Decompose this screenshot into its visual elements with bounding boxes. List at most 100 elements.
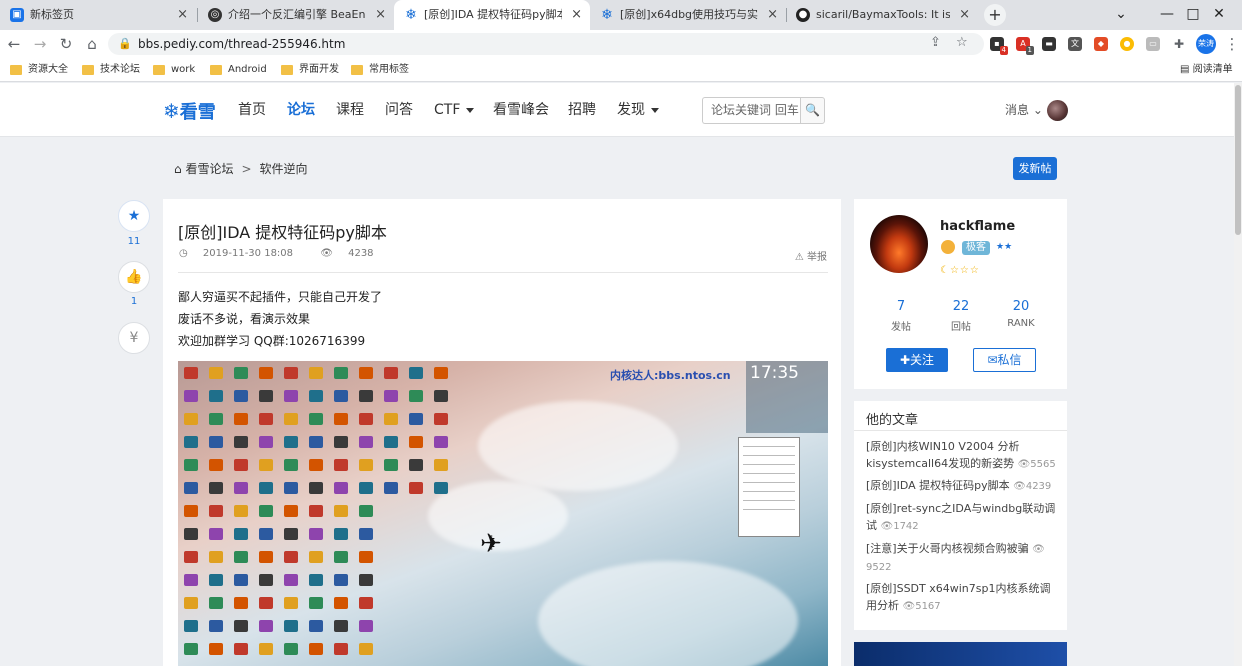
tab-beaengine[interactable]: ◎ 介绍一个反汇编引擎 BeaEngine ×	[198, 0, 394, 30]
reading-list[interactable]: ▤ 阅读清单	[1180, 58, 1233, 82]
breadcrumb-home[interactable]: 看雪论坛	[185, 162, 233, 176]
forward-icon[interactable]: →	[30, 34, 50, 54]
desktop-icon	[284, 482, 298, 494]
new-post-button[interactable]: 发新帖	[1013, 157, 1057, 180]
tab-x64dbg[interactable]: ❄ [原创]x64dbg使用技巧与实用插 ×	[590, 0, 786, 30]
messages-menu[interactable]: 消息 ⌄	[1005, 83, 1043, 137]
screen-icon[interactable]: ▭	[1146, 37, 1160, 51]
chevron-down-icon[interactable]: ⌄	[1098, 0, 1144, 30]
report-link[interactable]: ⚠ 举报	[795, 248, 827, 263]
breadcrumb-current[interactable]: 软件逆向	[260, 162, 308, 176]
desktop-icon	[334, 551, 348, 563]
favorite-button[interactable]: ★	[118, 200, 150, 232]
follow-button[interactable]: ✚关注	[886, 348, 948, 372]
tab-new-tab[interactable]: ▣ 新标签页 ×	[0, 0, 196, 30]
desktop-icon	[334, 643, 348, 655]
article-link[interactable]: [原创]内核WIN10 V2004 分析kisystemcall64发现的新姿势…	[866, 438, 1058, 473]
desktop-icon	[409, 459, 423, 471]
chrome-icon[interactable]: ●	[1120, 37, 1134, 51]
page-scrollbar[interactable]	[1234, 83, 1242, 666]
nav-home[interactable]: 首页	[238, 83, 266, 137]
desktop-icon	[334, 436, 348, 448]
tab-github[interactable]: ● sicaril/BaymaxTools: It is conve ×	[786, 0, 978, 30]
extension-icon[interactable]: ▪ 4	[990, 37, 1008, 55]
eye-icon: 👁	[1032, 544, 1045, 555]
close-window-button[interactable]: ✕	[1196, 0, 1242, 30]
bookmark-folder[interactable]: 界面开发	[281, 58, 339, 82]
bookmark-folder[interactable]: work	[153, 58, 195, 82]
plus-icon: ✚	[899, 353, 911, 367]
adblock-icon[interactable]: A1	[1016, 37, 1034, 55]
stat-posts[interactable]: 7 发帖	[881, 299, 921, 333]
nav-summit[interactable]: 看雪峰会	[493, 83, 549, 137]
browser-tab-bar: ▣ 新标签页 × ◎ 介绍一个反汇编引擎 BeaEngine × ❄ [原创]I…	[0, 0, 1242, 30]
desktop-icon	[359, 367, 373, 379]
menu-icon[interactable]: ⋮	[1222, 34, 1242, 54]
address-bar[interactable]: 🔒 bbs.pediy.com/thread-255946.htm ⇪ ☆	[108, 33, 984, 55]
desktop-icon	[384, 413, 398, 425]
folder-icon	[10, 65, 22, 75]
nav-ctf[interactable]: CTF	[434, 83, 475, 137]
tab-ida-script[interactable]: ❄ [原创]IDA 提权特征码py脚本-软 ×	[394, 0, 590, 30]
desktop-icon	[184, 528, 198, 540]
share-icon[interactable]: ⇪	[930, 35, 941, 50]
site-header: ❄看雪 首页 论坛 课程 问答 CTF 看雪峰会 招聘 发现 论坛关键词 回车 …	[0, 83, 1242, 137]
close-tab-icon[interactable]: ×	[767, 0, 778, 30]
extension-icon[interactable]: ◆	[1094, 37, 1108, 51]
desktop-icon	[234, 574, 248, 586]
favorite-count: 11	[127, 236, 141, 247]
scrollbar-thumb[interactable]	[1235, 85, 1241, 235]
author-avatar[interactable]	[870, 215, 928, 273]
article-link[interactable]: [原创]ret-sync之IDA与windbg联动调试 👁1742	[866, 500, 1058, 535]
desktop-icon	[309, 482, 323, 494]
site-logo[interactable]: ❄看雪	[163, 98, 216, 124]
stat-replies[interactable]: 22 回帖	[941, 299, 981, 333]
reload-icon[interactable]: ↻	[56, 34, 76, 54]
translate-icon[interactable]: 文	[1068, 37, 1082, 51]
bookmark-folder[interactable]: 资源大全	[10, 58, 68, 82]
close-tab-icon[interactable]: ×	[959, 0, 970, 30]
desktop-icon	[209, 436, 223, 448]
extension-icon[interactable]: ▬	[1042, 37, 1056, 51]
close-tab-icon[interactable]: ×	[375, 0, 386, 30]
desktop-icon	[359, 459, 373, 471]
desktop-icon	[434, 459, 448, 471]
article-link[interactable]: [注意]关于火哥内核视频合购被骗 👁9522	[866, 540, 1058, 576]
close-tab-icon[interactable]: ×	[571, 0, 582, 30]
nav-discover[interactable]: 发现	[617, 83, 659, 137]
desktop-icon	[309, 528, 323, 540]
profile-avatar[interactable]: 荣涛	[1196, 34, 1216, 54]
close-tab-icon[interactable]: ×	[177, 0, 188, 30]
article-link[interactable]: [原创]IDA 提权特征码py脚本 👁4239	[866, 477, 1058, 495]
desktop-icon	[409, 367, 423, 379]
author-name[interactable]: hackflame	[940, 219, 1015, 234]
home-icon[interactable]: ⌂	[82, 34, 102, 54]
user-avatar[interactable]	[1047, 100, 1068, 121]
article-link[interactable]: [原创]SSDT x64win7sp1内核系统调用分析 👁5167	[866, 580, 1058, 615]
ad-banner[interactable]	[854, 642, 1067, 666]
nav-forum[interactable]: 论坛	[287, 83, 315, 137]
back-icon[interactable]: ←	[4, 34, 24, 54]
nav-courses[interactable]: 课程	[336, 83, 364, 137]
bookmark-star-icon[interactable]: ☆	[956, 35, 968, 50]
bookmark-folder[interactable]: 常用标签	[351, 58, 409, 82]
desktop-icon	[284, 643, 298, 655]
search-button[interactable]: 🔍	[800, 97, 825, 124]
desktop-icon	[184, 367, 198, 379]
bookmark-folder[interactable]: Android	[210, 58, 267, 82]
desktop-icon	[359, 390, 373, 402]
nav-qa[interactable]: 问答	[385, 83, 413, 137]
private-message-button[interactable]: ✉私信	[973, 348, 1036, 372]
desktop-icon	[184, 390, 198, 402]
tip-button[interactable]: ¥	[118, 322, 150, 354]
desktop-icon	[209, 620, 223, 632]
nav-jobs[interactable]: 招聘	[568, 83, 596, 137]
forum-search-input[interactable]: 论坛关键词 回车	[702, 97, 802, 124]
desktop-icon	[284, 367, 298, 379]
like-button[interactable]: 👍	[118, 261, 150, 293]
clock-icon: ◷	[179, 248, 191, 259]
bookmark-folder[interactable]: 技术论坛	[82, 58, 140, 82]
desktop-icon	[434, 436, 448, 448]
puzzle-icon[interactable]: ✚	[1172, 37, 1186, 51]
new-tab-button[interactable]: +	[984, 4, 1006, 26]
